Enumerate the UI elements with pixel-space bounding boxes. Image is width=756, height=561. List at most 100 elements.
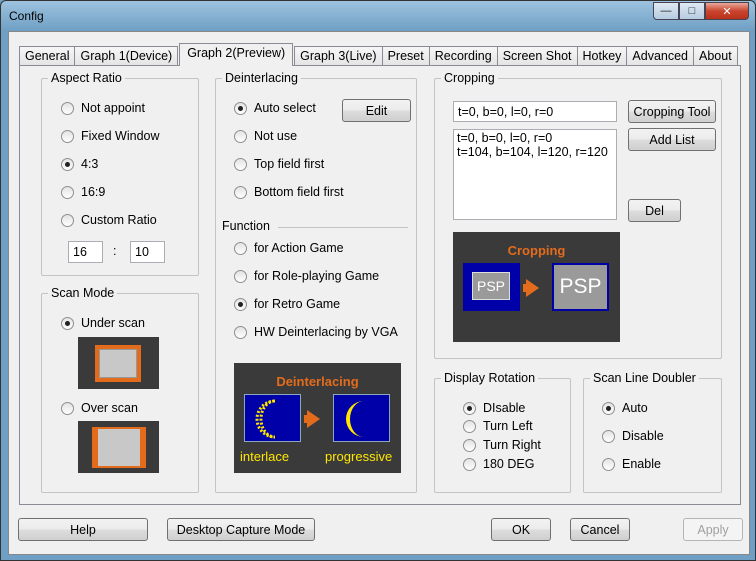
moon-icon <box>345 401 364 437</box>
tab-graph3[interactable]: Graph 3(Live) <box>294 46 383 66</box>
scan-line-doubler-group: Scan Line Doubler Auto Disable Enable <box>583 371 722 493</box>
radio-icon <box>463 419 476 433</box>
crop-source-box: PSP <box>463 263 520 311</box>
cancel-button[interactable]: Cancel <box>570 518 630 541</box>
rotation-turn-right[interactable]: Turn Right <box>463 438 541 452</box>
doubler-disable[interactable]: Disable <box>602 429 664 443</box>
minimize-button[interactable]: — <box>653 2 679 20</box>
tab-strip: General Graph 1(Device) Graph 2(Preview)… <box>19 42 738 66</box>
title-bar[interactable]: Config — □ ✕ <box>1 1 755 31</box>
ratio-separator: : <box>113 244 117 258</box>
under-scan-image <box>78 337 159 389</box>
func-hw-deinterlacing[interactable]: HW Deinterlacing by VGA <box>234 325 398 339</box>
radio-icon <box>602 429 615 443</box>
doubler-auto[interactable]: Auto <box>602 401 648 415</box>
tab-recording[interactable]: Recording <box>428 46 498 66</box>
radio-selected-icon <box>234 297 247 311</box>
tab-screenshot[interactable]: Screen Shot <box>496 46 578 66</box>
tab-preset[interactable]: Preset <box>381 46 430 66</box>
cropping-title: Cropping <box>441 71 498 85</box>
over-scan-image <box>78 421 159 473</box>
aspect-16-9[interactable]: 16:9 <box>61 185 105 199</box>
radio-selected-icon <box>602 401 615 415</box>
window-title: Config <box>9 9 44 23</box>
radio-icon <box>61 213 74 227</box>
func-retro-game[interactable]: for Retro Game <box>234 297 340 311</box>
radio-icon <box>61 129 74 143</box>
edit-button[interactable]: Edit <box>342 99 411 122</box>
crop-result-box: PSP <box>552 263 609 311</box>
aspect-not-appoint[interactable]: Not appoint <box>61 101 145 115</box>
aspect-4-3[interactable]: 4:3 <box>61 157 98 171</box>
deint-not-use[interactable]: Not use <box>234 129 297 143</box>
rotation-180[interactable]: 180 DEG <box>463 457 534 471</box>
interlace-box <box>244 394 301 442</box>
deint-top-field[interactable]: Top field first <box>234 157 324 171</box>
tab-graph1[interactable]: Graph 1(Device) <box>74 46 179 66</box>
custom-ratio-height-input[interactable]: 10 <box>130 241 165 263</box>
progressive-box <box>333 394 390 442</box>
function-separator <box>278 227 408 228</box>
aspect-custom-ratio[interactable]: Custom Ratio <box>61 213 157 227</box>
cropping-tool-button[interactable]: Cropping Tool <box>628 100 716 123</box>
deinterlacing-title: Deinterlacing <box>222 71 301 85</box>
list-item[interactable]: t=0, b=0, l=0, r=0 <box>457 131 613 145</box>
radio-icon <box>234 269 247 283</box>
ok-button[interactable]: OK <box>491 518 551 541</box>
config-window: Config — □ ✕ General Graph 1(Device) Gra… <box>0 0 756 561</box>
progressive-label: progressive <box>325 449 393 464</box>
display-rotation-group: Display Rotation DIsable Turn Left Turn … <box>434 371 571 493</box>
function-label: Function <box>222 219 270 233</box>
func-role-playing[interactable]: for Role-playing Game <box>234 269 379 283</box>
rotation-turn-left[interactable]: Turn Left <box>463 419 533 433</box>
maximize-button[interactable]: □ <box>679 2 705 20</box>
aspect-fixed-window[interactable]: Fixed Window <box>61 129 160 143</box>
tab-about[interactable]: About <box>693 46 738 66</box>
psp-large-label: PSP <box>554 265 607 309</box>
desktop-capture-mode-button[interactable]: Desktop Capture Mode <box>167 518 315 541</box>
radio-icon <box>234 185 247 199</box>
func-action-game[interactable]: for Action Game <box>234 241 344 255</box>
custom-ratio-width-input[interactable]: 16 <box>68 241 103 263</box>
aspect-ratio-group: Aspect Ratio Not appoint Fixed Window 4:… <box>41 71 199 276</box>
deint-bottom-field[interactable]: Bottom field first <box>234 185 344 199</box>
help-button[interactable]: Help <box>18 518 148 541</box>
radio-icon <box>61 185 74 199</box>
radio-selected-icon <box>234 101 247 115</box>
psp-small-label: PSP <box>472 272 510 300</box>
maximize-icon: □ <box>688 5 696 17</box>
close-button[interactable]: ✕ <box>705 2 749 20</box>
dialog-client: General Graph 1(Device) Graph 2(Preview)… <box>8 31 750 555</box>
rotation-disable[interactable]: DIsable <box>463 401 525 415</box>
scan-over[interactable]: Over scan <box>61 401 138 415</box>
deint-auto-select[interactable]: Auto select <box>234 101 316 115</box>
cropping-group: Cropping t=0, b=0, l=0, r=0 Cropping Too… <box>434 71 722 359</box>
scan-under[interactable]: Under scan <box>61 316 145 330</box>
doubler-enable[interactable]: Enable <box>602 457 661 471</box>
apply-button[interactable]: Apply <box>683 518 743 541</box>
tab-general[interactable]: General <box>19 46 76 66</box>
tab-panel: Aspect Ratio Not appoint Fixed Window 4:… <box>19 65 741 505</box>
radio-icon <box>463 457 476 471</box>
radio-icon <box>61 401 74 415</box>
scan-line-doubler-title: Scan Line Doubler <box>590 371 699 385</box>
radio-icon <box>234 129 247 143</box>
list-item[interactable]: t=104, b=104, l=120, r=120 <box>457 145 613 159</box>
del-button[interactable]: Del <box>628 199 681 222</box>
moon-striped-icon <box>255 399 276 439</box>
cropping-value-input[interactable]: t=0, b=0, l=0, r=0 <box>453 101 617 122</box>
minimize-icon: — <box>660 5 672 17</box>
tab-graph2[interactable]: Graph 2(Preview) <box>179 43 294 66</box>
cropping-list[interactable]: t=0, b=0, l=0, r=0 t=104, b=104, l=120, … <box>453 129 617 220</box>
interlace-label: interlace <box>240 449 290 464</box>
scan-mode-group: Scan Mode Under scan Over scan <box>41 286 199 493</box>
radio-icon <box>61 101 74 115</box>
tab-hotkey[interactable]: Hotkey <box>576 46 628 66</box>
radio-icon <box>463 438 476 452</box>
add-list-button[interactable]: Add List <box>628 128 716 151</box>
tab-advanced[interactable]: Advanced <box>626 46 695 66</box>
deinterlacing-illustration: Deinterlacing interlace progressive <box>234 363 401 473</box>
radio-selected-icon <box>463 401 476 415</box>
radio-icon <box>602 457 615 471</box>
aspect-ratio-title: Aspect Ratio <box>48 71 125 85</box>
